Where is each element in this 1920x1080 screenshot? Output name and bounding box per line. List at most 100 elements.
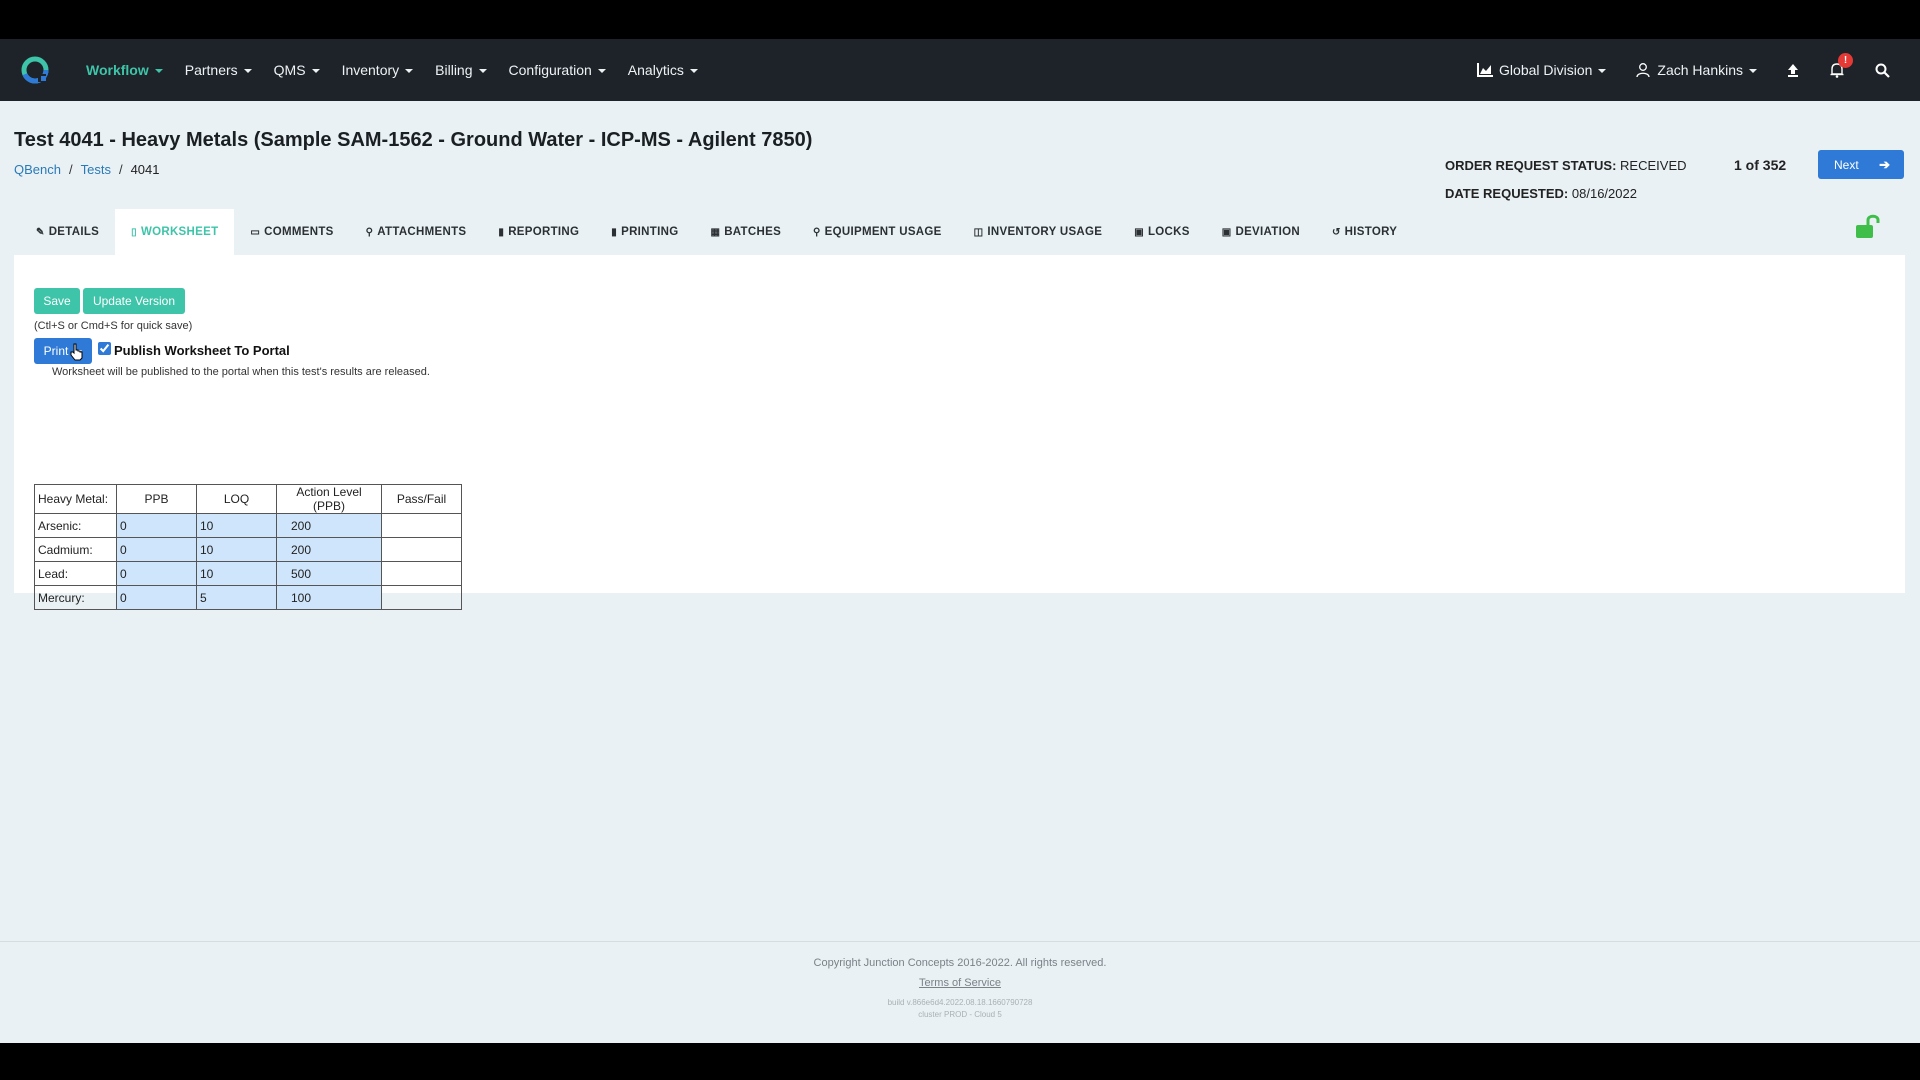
chevron-down-icon <box>478 69 487 73</box>
order-status-value: RECEIVED <box>1620 158 1687 173</box>
nav-inventory[interactable]: Inventory <box>342 62 414 78</box>
tab-label: WORKSHEET <box>140 226 219 238</box>
action-level-input-cell[interactable]: 200 <box>276 513 382 538</box>
pass-fail-cell[interactable] <box>381 537 462 562</box>
nav-workflow[interactable]: Workflow <box>86 62 163 78</box>
page-header: Test 4041 - Heavy Metals (Sample SAM-156… <box>14 129 812 177</box>
tab-label: BATCHES <box>724 226 782 238</box>
breadcrumb-qbench[interactable]: QBench <box>14 162 61 177</box>
order-status: ORDER REQUEST STATUS: RECEIVED <box>1445 152 1687 180</box>
chevron-down-icon <box>243 69 252 73</box>
nav-item-label: Workflow <box>86 62 149 78</box>
copyright: Copyright Junction Concepts 2016-2022. A… <box>813 957 1107 969</box>
tab-deviation[interactable]: ▣ DEVIATION <box>1206 209 1316 255</box>
ppb-input-cell[interactable]: 0 <box>116 585 197 610</box>
ppb-input-cell[interactable]: 0 <box>116 537 197 562</box>
breadcrumb-tests[interactable]: Tests <box>81 162 111 177</box>
publish-checkbox[interactable] <box>98 342 111 355</box>
metal-name-cell: Cadmium: <box>34 537 117 562</box>
footer-divider <box>0 941 1920 942</box>
pass-fail-cell[interactable] <box>381 513 462 538</box>
nav-analytics[interactable]: Analytics <box>628 62 698 78</box>
order-status-block: ORDER REQUEST STATUS: RECEIVED DATE REQU… <box>1445 152 1687 208</box>
map-marker-icon: ⚲ <box>813 226 821 238</box>
date-requested: DATE REQUESTED: 08/16/2022 <box>1445 180 1687 208</box>
tab-locks[interactable]: ▣ LOCKS <box>1118 209 1206 255</box>
tab-details[interactable]: ✎ DETAILS <box>20 209 115 255</box>
metal-name-cell: Arsenic: <box>34 513 117 538</box>
tab-attachments[interactable]: ⚲ ATTACHMENTS <box>350 209 483 255</box>
table-row: Lead: 0 10 500 <box>34 561 462 586</box>
terms-of-service-link[interactable]: Terms of Service <box>919 977 1001 989</box>
nav-billing[interactable]: Billing <box>435 62 487 78</box>
tab-worksheet[interactable]: ▯ WORKSHEET <box>115 209 235 255</box>
worksheet-panel: Save Update Version (Ctl+S or Cmd+S for … <box>14 255 1905 610</box>
loq-input-cell[interactable]: 5 <box>196 585 277 610</box>
column-header: Pass/Fail <box>381 484 462 514</box>
chevron-down-icon <box>154 69 163 73</box>
pass-fail-cell[interactable] <box>381 561 462 586</box>
qbench-logo[interactable] <box>20 55 50 85</box>
loq-input-cell[interactable]: 10 <box>196 513 277 538</box>
tab-batches[interactable]: ▦ BATCHES <box>694 209 797 255</box>
tab-comments[interactable]: ▭ COMMENTS <box>234 209 349 255</box>
save-button[interactable]: Save <box>34 288 80 314</box>
metal-name-cell: Mercury: <box>34 585 117 610</box>
chevron-down-icon <box>597 69 606 73</box>
nav-item-label: Billing <box>435 62 473 78</box>
alert-file-icon: ▣ <box>1221 226 1232 238</box>
notification-badge: ! <box>1838 53 1853 68</box>
user-menu[interactable]: Zach Hankins <box>1636 62 1757 78</box>
pencil-icon: ✎ <box>36 226 45 238</box>
column-header: PPB <box>116 484 197 514</box>
nav-configuration[interactable]: Configuration <box>509 62 606 78</box>
loq-input-cell[interactable]: 10 <box>196 561 277 586</box>
tab-history[interactable]: ↺ HISTORY <box>1316 209 1413 255</box>
notifications-button[interactable]: ! <box>1829 53 1853 78</box>
tab-label: LOCKS <box>1147 226 1190 238</box>
update-version-button[interactable]: Update Version <box>83 288 185 314</box>
search-button[interactable] <box>1875 63 1890 78</box>
tab-inventory-usage[interactable]: ◫ INVENTORY USAGE <box>958 209 1119 255</box>
action-level-input-cell[interactable]: 200 <box>276 537 382 562</box>
chart-icon <box>1477 63 1494 77</box>
tab-equipment-usage[interactable]: ⚲ EQUIPMENT USAGE <box>797 209 958 255</box>
division-label: Global Division <box>1499 62 1593 78</box>
loq-input-cell[interactable]: 10 <box>196 537 277 562</box>
tab-label: HISTORY <box>1344 226 1398 238</box>
upload-button[interactable] <box>1787 63 1799 77</box>
table-row: Arsenic: 0 10 200 <box>34 513 462 538</box>
build-info: build v.866e6d4.2022.08.18.1660790728 cl… <box>0 997 1920 1021</box>
build-version: build v.866e6d4.2022.08.18.1660790728 <box>887 998 1033 1007</box>
nav-qms[interactable]: QMS <box>274 62 320 78</box>
division-selector[interactable]: Global Division <box>1477 62 1607 78</box>
tab-label: REPORTING <box>508 226 580 238</box>
lock-icon: ▣ <box>1134 226 1144 238</box>
action-level-input-cell[interactable]: 100 <box>276 585 382 610</box>
nav-partners[interactable]: Partners <box>185 62 252 78</box>
cluster-info: cluster PROD - Cloud 5 <box>918 1010 1002 1019</box>
action-level-input-cell[interactable]: 500 <box>276 561 382 586</box>
app-window: Workflow Partners QMS Inventory Billing Confi… <box>0 39 1920 1043</box>
tab-reporting[interactable]: ▮ REPORTING <box>482 209 595 255</box>
date-requested-label: DATE REQUESTED: <box>1445 186 1569 201</box>
nav-item-label: Partners <box>184 62 238 78</box>
file-icon: ▮ <box>611 226 618 238</box>
tab-printing[interactable]: ▮ PRINTING <box>595 209 694 255</box>
pass-fail-cell[interactable] <box>381 585 462 610</box>
next-button[interactable]: Next ➔ <box>1818 150 1904 179</box>
tab-label: ATTACHMENTS <box>377 226 467 238</box>
chevron-down-icon <box>311 69 320 73</box>
record-counter: 1 of 352 <box>1734 157 1787 173</box>
nav-item-label: Inventory <box>341 62 400 78</box>
page-title: Test 4041 - Heavy Metals (Sample SAM-156… <box>14 129 813 151</box>
ppb-input-cell[interactable]: 0 <box>116 561 197 586</box>
publish-label[interactable]: Publish Worksheet To Portal <box>114 343 290 358</box>
chevron-down-icon <box>1749 69 1757 73</box>
chevron-down-icon <box>689 69 698 73</box>
ppb-input-cell[interactable]: 0 <box>116 513 197 538</box>
breadcrumb-separator: / <box>68 162 73 177</box>
comment-icon: ▭ <box>250 226 261 238</box>
unlocked-padlock-icon[interactable] <box>1853 212 1883 242</box>
mouse-pointer-icon <box>70 343 83 361</box>
